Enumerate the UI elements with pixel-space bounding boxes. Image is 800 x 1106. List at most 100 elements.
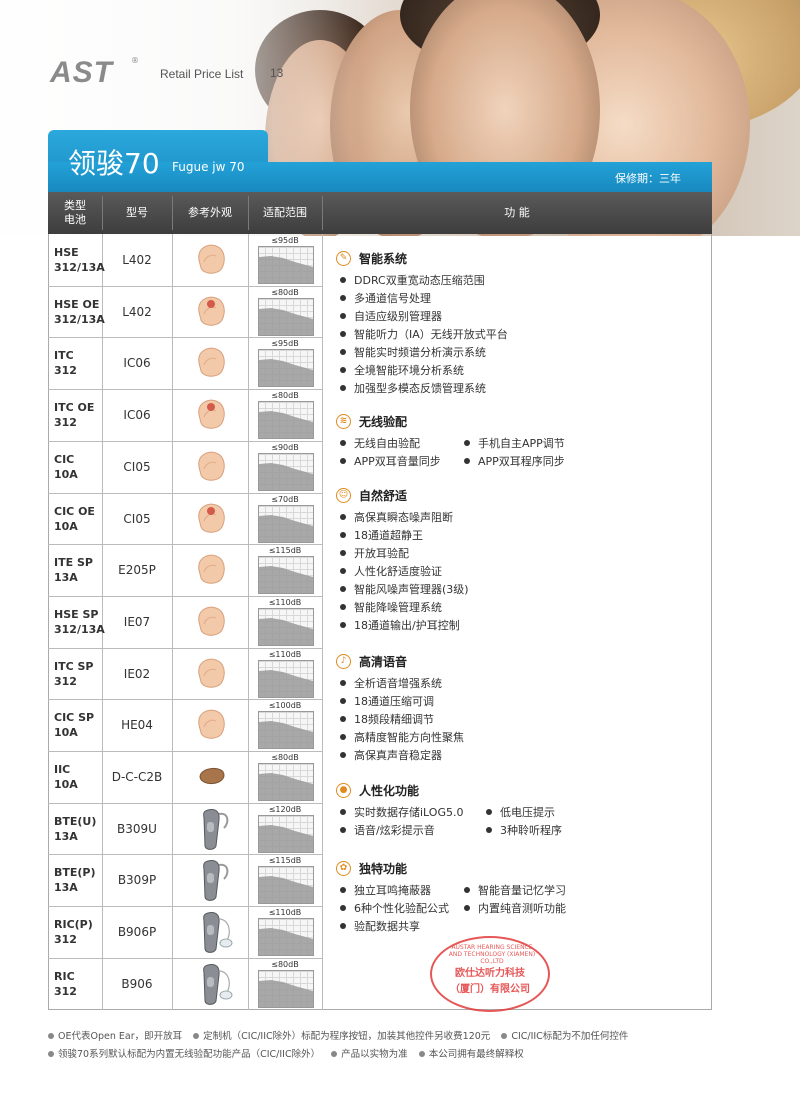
fitting-range-label: ≤110dB [268,908,302,917]
fitting-range-label: ≤80dB [271,960,299,969]
product-image [192,395,230,437]
fitting-range-label: ≤95dB [271,236,299,245]
feature-icon: ● [336,783,351,798]
model-cell: IE02 [123,667,151,681]
company-seal: AUSTAR HEARING SCIENCE AND TECHNOLOGY (X… [430,936,550,1012]
footer-note: 定制机（CIC/IIC除外）标配为程序按钮，加装其他控件另收费120元 [203,1031,491,1042]
row-divider [48,906,322,907]
seal-text-en: AUSTAR HEARING SCIENCE AND TECHNOLOGY (X… [448,944,536,965]
feature-item: 智能音量记忆学习 [464,882,566,898]
feature-item: 智能实时频谱分析演示系统 [340,344,486,360]
model-cell: B309U [117,822,157,836]
feature-icon: ☺ [336,488,351,503]
fitting-range-label: ≤95dB [271,339,299,348]
fitting-range-label: ≤115dB [268,856,302,865]
product-image [192,240,230,282]
feature-title: 无线验配 [359,415,408,429]
feature-item: 开放耳验配 [340,545,409,561]
feature-item: 18通道输出/护耳控制 [340,617,460,633]
product-image [192,343,230,385]
fitting-range-chart: ≤80dB [254,960,316,1010]
feature-item: 智能听力（IA）无线开放式平台 [340,326,508,342]
feature-item: APP双耳音量同步 [340,453,441,469]
model-cell: IC06 [123,356,151,370]
footer-notes-1: OE代表Open Ear，即开放耳 定制机（CIC/IIC除外）标配为程序按钮，… [48,1028,628,1042]
feature-title: 智能系统 [359,252,408,266]
row-divider [48,441,322,442]
row-divider [48,854,322,855]
feature-item: 低电压提示 [486,804,555,820]
feature-item: 无线自由验配 [340,435,420,451]
product-image [192,654,230,696]
feature-item: 3种聆听程序 [486,822,562,838]
seal-text-cn2: （厦门）有限公司 [450,984,530,995]
model-cell: B906 [121,977,153,991]
audiogram [258,711,314,749]
feature-item: 实时数据存储iLOG5.0 [340,804,463,820]
feature-item: 人性化舒适度验证 [340,563,442,579]
feature-item: 18通道压缩可调 [340,693,434,709]
fitting-range-label: ≤90dB [271,443,299,452]
model-cell: HE04 [121,718,153,732]
feature-item: 自适应级别管理器 [340,308,442,324]
row-divider [48,544,322,545]
model-cell: IE07 [123,615,151,629]
fitting-range-chart: ≤80dB [254,391,316,441]
product-name: 领骏70 [68,147,160,180]
row-divider [48,337,322,338]
fitting-range-label: ≤70dB [271,495,299,504]
product-image [192,602,230,644]
feature-item: 高保真瞬态噪声阻断 [340,509,453,525]
feature-icon: ✎ [336,251,351,266]
fitting-range-chart: ≤100dB [254,701,316,751]
brand-logo: AST [50,56,113,89]
feature-item: 18频段精细调节 [340,711,434,727]
feature-item: DDRC双重宽动态压缩范围 [340,272,485,288]
audiogram [258,298,314,336]
fitting-range-label: ≤100dB [268,701,302,710]
audiogram [258,866,314,904]
footer-note: OE代表Open Ear，即开放耳 [58,1031,183,1042]
row-divider [48,286,322,287]
model-cell: CI05 [123,460,151,474]
audiogram [258,608,314,646]
fitting-range-label: ≤120dB [268,805,302,814]
row-divider [48,596,322,597]
model-cell: B906P [117,925,157,939]
fitting-range-label: ≤80dB [271,288,299,297]
fitting-range-label: ≤80dB [271,391,299,400]
fitting-range-chart: ≤110dB [254,598,316,648]
feature-item: 全境智能环境分析系统 [340,362,464,378]
row-divider [48,648,322,649]
product-image [186,909,236,959]
row-divider [48,803,322,804]
feature-icon: ≋ [336,414,351,429]
audiogram [258,556,314,594]
product-image [192,499,230,541]
product-image [186,806,236,856]
model-cell: L402 [122,305,152,319]
feature-heading-wireless: ≋ 无线验配 [336,413,407,430]
fitting-range-label: ≤80dB [271,753,299,762]
footer-note: 产品以实物为准 [341,1049,408,1060]
fitting-range-chart: ≤95dB [254,236,316,286]
seal-text-cn: 欧仕达听力科技 [455,968,525,979]
row-divider [48,958,322,959]
fitting-range-chart: ≤95dB [254,339,316,389]
row-divider [48,751,322,752]
fitting-range-chart: ≤110dB [254,650,316,700]
audiogram [258,505,314,543]
feature-title: 自然舒适 [359,489,408,503]
feature-title: 高清语音 [359,655,408,669]
product-image [192,550,230,592]
header-title: Retail Price List [160,67,244,81]
feature-item: 内置纯音测听功能 [464,900,566,916]
col-line [172,234,173,1010]
feature-item: 验配数据共享 [340,918,420,934]
product-name-en: Fugue jw 70 [172,160,245,174]
feature-icon: ✿ [336,861,351,876]
model-cell: D-C-C2B [111,770,163,784]
feature-item: 高保真声音稳定器 [340,747,442,763]
feature-item: 6种个性化验配公式 [340,900,449,916]
fitting-range-chart: ≤80dB [254,288,316,338]
